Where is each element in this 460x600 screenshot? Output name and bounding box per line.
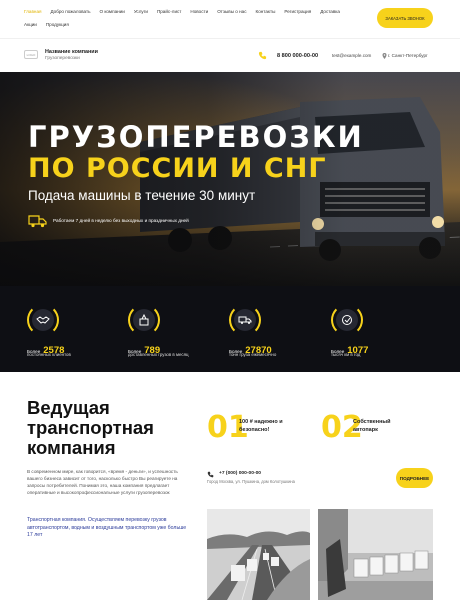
nav-item-reviews[interactable]: Отзывы о нас <box>217 9 246 15</box>
phone-icon <box>207 471 214 478</box>
truck-icon <box>238 316 252 324</box>
stat-ring <box>27 304 59 336</box>
nav-item-home[interactable]: Главная <box>24 9 41 15</box>
nav-item-about[interactable]: О компании <box>99 9 124 15</box>
about-title: Ведущая транспортная компания <box>27 397 154 458</box>
feature-text: Собственный автопарк <box>353 419 391 433</box>
hero-title: ГРУЗОПЕРЕВОЗКИ <box>28 120 364 154</box>
contact-phone[interactable]: +7 (000) 000-00-00 <box>219 471 261 476</box>
contact-address: Город Москва, ул. Пушкина, дом Колотушки… <box>207 479 295 484</box>
nav-menu: Главная Добро пожаловать О компании Услу… <box>24 9 354 28</box>
page: Главная Добро пожаловать О компании Услу… <box>0 0 460 600</box>
stat-caption: доставленных грузов в месяц <box>128 352 189 357</box>
stat-ring <box>229 304 261 336</box>
nav-item-promotions[interactable]: Акции <box>24 22 37 28</box>
site-header: LOGO Название компании Грузоперевозки 8 … <box>0 38 460 72</box>
company-logo[interactable]: LOGO <box>24 50 38 59</box>
truck-fleet-photo <box>318 509 433 600</box>
nav-item-registration[interactable]: Регистрация <box>284 9 311 15</box>
route-icon <box>342 315 352 325</box>
hero-subtitle: Подача машины в течение 30 минут <box>28 188 256 203</box>
about-text: В современном мире, как говорится, «врем… <box>27 469 178 495</box>
road-trucks-photo <box>207 509 310 600</box>
stat-ring <box>128 304 160 336</box>
hero-work-note: Работаем 7 дней в неделю без выходных и … <box>53 218 189 223</box>
hero-title-accent: ПО РОССИИ И СНГ <box>28 153 327 184</box>
hero-banner: ГРУЗОПЕРЕВОЗКИ ПО РОССИИ И СНГ Подача ма… <box>0 72 460 286</box>
nav-item-news[interactable]: Новости <box>190 9 208 15</box>
company-name: Название компании <box>45 49 98 55</box>
about-section: Ведущая транспортная компания В современ… <box>0 372 460 600</box>
location-icon <box>382 53 387 59</box>
nav-item-products[interactable]: Продукция <box>46 22 69 28</box>
header-city: г. Санкт-Петербург <box>388 53 428 58</box>
nav-item-delivery[interactable]: Доставка <box>320 9 340 15</box>
phone-icon <box>258 51 267 60</box>
stat-caption: тысяч км в год <box>331 352 361 357</box>
nav-item-services[interactable]: Услуги <box>134 9 148 15</box>
about-highlight: Транспортная компания. Осуществляем пере… <box>27 517 187 539</box>
cargo-icon <box>139 314 149 326</box>
top-navigation: Главная Добро пожаловать О компании Услу… <box>0 0 460 38</box>
stats-band: Более 2578 постоянных клиентов Более 789 д… <box>0 286 460 372</box>
header-phone[interactable]: 8 800 000-00-00 <box>277 53 318 59</box>
stat-caption: постоянных клиентов <box>27 352 71 357</box>
handshake-icon <box>36 316 50 324</box>
nav-item-contacts[interactable]: Контакты <box>256 9 276 15</box>
company-tagline: Грузоперевозки <box>45 56 80 61</box>
nav-item-pricelist[interactable]: Прайс-лист <box>157 9 181 15</box>
delivery-truck-icon <box>28 215 47 228</box>
stat-caption: тонн груза ежемесячно <box>229 352 277 357</box>
feature-text: 100 # надежно и безопасно! <box>239 419 283 433</box>
stat-ring <box>331 304 363 336</box>
header-email[interactable]: test@example.com <box>332 53 371 58</box>
more-button[interactable]: ПОДРОБНЕЕ <box>396 468 433 488</box>
nav-item-welcome[interactable]: Добро пожаловать <box>50 9 90 15</box>
order-call-button[interactable]: ЗАКАЗАТЬ ЗВОНОК <box>377 8 433 28</box>
